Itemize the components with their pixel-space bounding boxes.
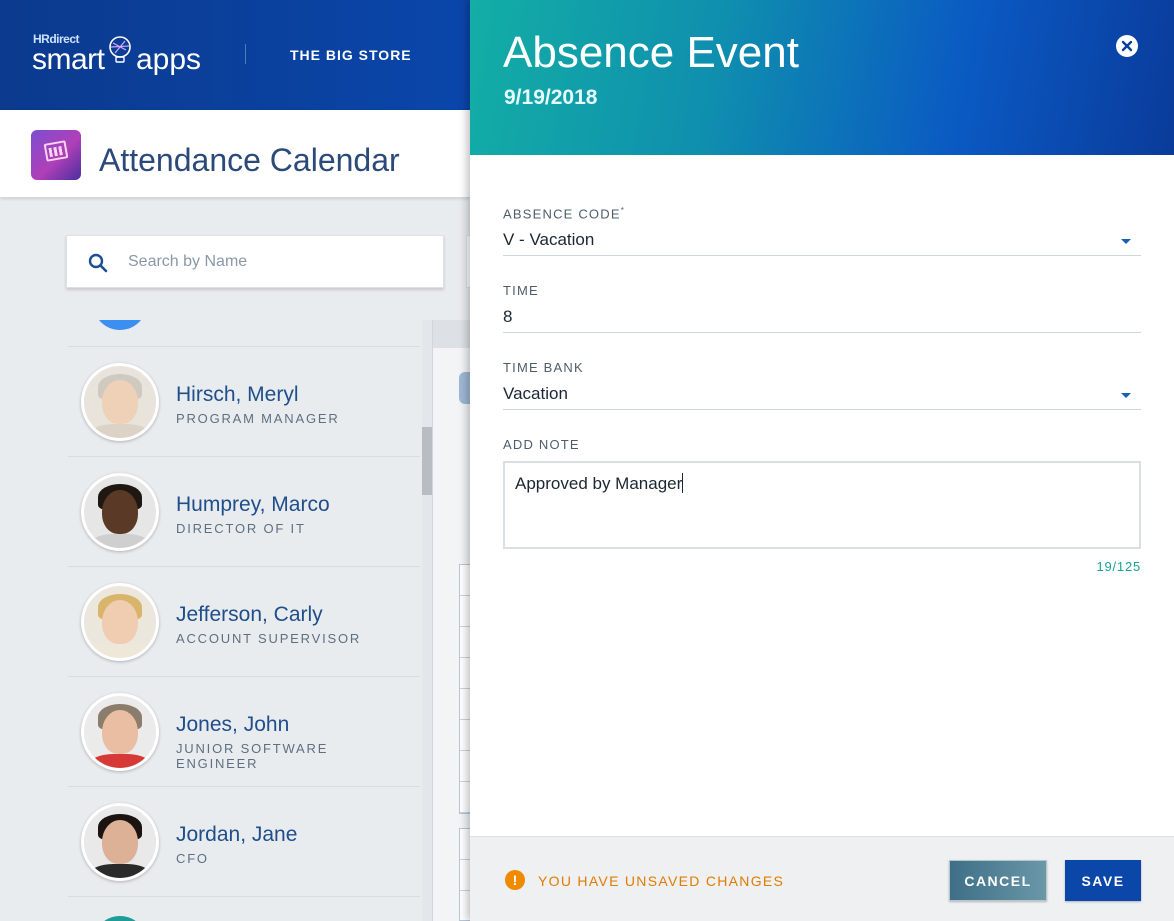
employee-name[interactable]: Hirsch, Meryl — [176, 383, 299, 407]
lightbulb-icon — [109, 36, 131, 63]
list-item[interactable]: Jefferson, Carly ACCOUNT SUPERVISOR — [68, 567, 420, 677]
store-name[interactable]: THE BIG STORE — [290, 47, 412, 63]
drawer-title: Absence Event — [503, 28, 799, 77]
employee-name[interactable]: Humprey, Marco — [176, 493, 330, 517]
employee-role: DIRECTOR OF IT — [176, 521, 306, 536]
calendar-panel-partial — [432, 320, 475, 921]
list-item[interactable]: Jones, John JUNIOR SOFTWARE ENGINEER — [68, 677, 420, 787]
add-note-label: ADD NOTE — [503, 437, 580, 452]
employee-name[interactable]: Jordan, Jane — [176, 823, 297, 847]
absence-code-select[interactable]: V - Vacation — [503, 226, 1141, 256]
note-text: Approved by Manager — [515, 474, 683, 493]
absence-code-label-text: ABSENCE CODE — [503, 206, 621, 222]
drawer-header: Absence Event 9/19/2018 — [470, 0, 1174, 155]
avatar[interactable] — [93, 916, 147, 921]
employee-role: ACCOUNT SUPERVISOR — [176, 631, 362, 646]
search-box — [66, 235, 444, 288]
avatar — [81, 363, 159, 441]
chevron-down-icon[interactable] — [1121, 239, 1131, 244]
avatar — [81, 693, 159, 771]
avatar — [81, 473, 159, 551]
employee-list: Hirsch, Meryl PROGRAM MANAGER Humprey, M… — [68, 320, 420, 921]
list-item[interactable]: Humprey, Marco DIRECTOR OF IT — [68, 457, 420, 567]
calendar-header — [433, 320, 473, 348]
employee-role: CFO — [176, 851, 209, 866]
warning-icon: ! — [505, 870, 525, 890]
save-button[interactable]: SAVE — [1065, 860, 1141, 901]
search-icon — [88, 253, 108, 273]
text-cursor — [682, 473, 684, 493]
employee-role: PROGRAM MANAGER — [176, 411, 340, 426]
list-item[interactable]: Jordan, Jane CFO — [68, 787, 420, 897]
time-label: TIME — [503, 283, 539, 298]
avatar — [81, 803, 159, 881]
note-textarea[interactable]: Approved by Manager — [503, 461, 1141, 549]
list-item[interactable]: Hirsch, Meryl PROGRAM MANAGER — [68, 347, 420, 457]
page-title: Attendance Calendar — [99, 142, 400, 178]
chevron-down-icon[interactable] — [1121, 393, 1131, 398]
logo-smart-text: smart — [32, 43, 105, 76]
employee-name[interactable]: Jones, John — [176, 713, 289, 737]
calendar-app-icon — [31, 130, 81, 180]
app-title-bar: Attendance Calendar — [0, 110, 470, 198]
search-input[interactable] — [128, 248, 428, 276]
time-input[interactable]: 8 — [503, 303, 1141, 333]
event-date: 9/19/2018 — [504, 86, 598, 109]
avatar[interactable] — [93, 320, 147, 330]
unsaved-changes-message: YOU HAVE UNSAVED CHANGES — [538, 873, 785, 889]
time-bank-select[interactable]: Vacation — [503, 380, 1141, 410]
required-mark: * — [620, 206, 626, 215]
cancel-button[interactable]: CANCEL — [949, 860, 1047, 901]
time-bank-value: Vacation — [503, 384, 568, 403]
time-value: 8 — [503, 307, 513, 326]
avatar — [81, 583, 159, 661]
absence-event-drawer: Absence Event 9/19/2018 ABSENCE CODE* V … — [470, 0, 1174, 921]
header-divider — [245, 44, 246, 64]
absence-code-value: V - Vacation — [503, 230, 595, 249]
drawer-footer: ! YOU HAVE UNSAVED CHANGES CANCEL SAVE — [470, 836, 1174, 921]
time-bank-label: TIME BANK — [503, 360, 584, 375]
absence-code-label: ABSENCE CODE* — [503, 206, 625, 221]
character-count: 19/125 — [1096, 559, 1141, 574]
employee-name[interactable]: Jefferson, Carly — [176, 603, 323, 627]
logo-apps-text: apps — [136, 43, 202, 76]
close-icon — [1121, 40, 1133, 52]
employee-role: JUNIOR SOFTWARE ENGINEER — [176, 741, 329, 771]
close-button[interactable] — [1116, 35, 1138, 57]
